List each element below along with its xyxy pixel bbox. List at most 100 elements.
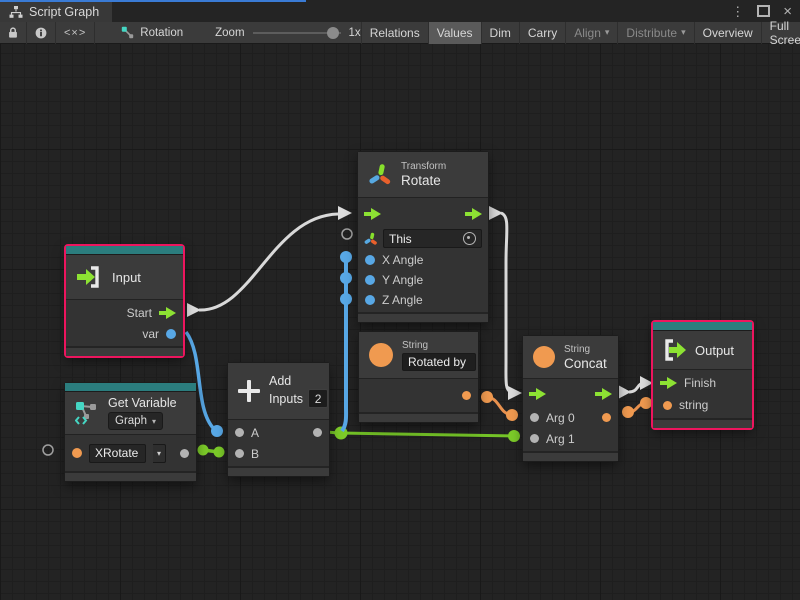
graph-name-label: Rotation [140, 27, 183, 39]
full-screen-button[interactable]: Full Screen [761, 22, 800, 44]
value-out-port[interactable] [166, 329, 176, 339]
close-icon[interactable]: × [783, 4, 792, 19]
node-add-inputs[interactable]: Add Inputs 2 A B [228, 363, 329, 476]
port-label-y-angle: Y Angle [382, 273, 423, 287]
input-unit-icon [76, 266, 103, 288]
value-out-port[interactable] [462, 391, 471, 400]
node-footer [65, 471, 196, 481]
value-in-port[interactable] [72, 448, 82, 458]
chevron-down-icon: ▾ [152, 417, 156, 426]
node-string-concat[interactable]: String Concat Arg 0 Arg 1 [523, 336, 618, 461]
string-value-field[interactable]: Rotated by [402, 353, 476, 371]
dim-label: Dim [490, 26, 511, 40]
output-unit-icon [661, 339, 688, 361]
variable-name-field[interactable]: XRotate [89, 444, 146, 463]
node-title: Get Variable [108, 396, 177, 410]
variable-name-dropdown-button[interactable]: ▾ [153, 444, 166, 463]
flow-out-port[interactable] [465, 208, 482, 220]
node-transform-rotate[interactable]: Transform Rotate This X Angle [358, 152, 488, 322]
align-dropdown[interactable]: Align ▾ [565, 22, 617, 44]
node-get-variable[interactable]: Get Variable Graph ▾ XRotate ▾ [65, 383, 196, 481]
values-button[interactable]: Values [428, 22, 481, 44]
value-in-port[interactable] [530, 434, 539, 443]
object-picker-icon[interactable] [463, 232, 476, 245]
port-label-string: string [679, 398, 708, 412]
port-label-b: B [251, 447, 259, 461]
graph-node-icon [121, 26, 134, 39]
lock-button[interactable] [0, 22, 27, 44]
window-menu-icon[interactable]: ⋮ [731, 5, 744, 18]
node-title: Rotate [401, 173, 446, 188]
code-view-button[interactable]: <×> [56, 22, 95, 44]
carry-label: Carry [528, 26, 557, 40]
port-label-arg1: Arg 1 [546, 432, 575, 446]
port-label-a: A [251, 426, 259, 440]
chevron-down-icon: ▾ [681, 27, 686, 38]
transform-icon [368, 163, 392, 187]
node-string-literal[interactable]: String Rotated by [359, 332, 478, 422]
graph-hierarchy-icon [9, 6, 23, 18]
node-title: Concat [564, 356, 607, 371]
info-button[interactable] [27, 22, 56, 44]
value-out-port[interactable] [602, 413, 611, 422]
distribute-label: Distribute [626, 26, 677, 40]
overview-button[interactable]: Overview [694, 22, 761, 44]
title-tab-bar: Script Graph ⋮ × [0, 0, 800, 23]
flow-in-port[interactable] [660, 377, 677, 389]
transform-icon-small [364, 232, 378, 246]
lock-icon [8, 26, 18, 39]
add-icon [238, 380, 260, 402]
dim-button[interactable]: Dim [481, 22, 519, 44]
distribute-dropdown[interactable]: Distribute ▾ [617, 22, 693, 44]
node-input[interactable]: Input Start var [66, 246, 183, 356]
value-in-port[interactable] [235, 428, 244, 437]
port-label-z-angle: Z Angle [382, 293, 423, 307]
node-title-line1: Add [269, 374, 328, 388]
align-label: Align [574, 26, 601, 40]
port-label-arg0: Arg 0 [546, 411, 575, 425]
flow-in-port[interactable] [364, 208, 381, 220]
tab-script-graph[interactable]: Script Graph [0, 2, 112, 22]
flow-out-port[interactable] [159, 307, 176, 319]
node-title: Output [695, 343, 734, 358]
variable-scope-dropdown[interactable]: Graph ▾ [108, 412, 163, 430]
code-icon: <×> [64, 27, 86, 39]
values-label: Values [437, 26, 473, 40]
node-category: Transform [401, 161, 446, 172]
value-in-port[interactable] [365, 295, 375, 305]
chevron-down-icon: ▾ [157, 449, 161, 458]
value-in-port[interactable] [530, 413, 539, 422]
full-screen-label: Full Screen [770, 19, 800, 47]
this-object-field[interactable]: This [383, 229, 482, 248]
value-out-port[interactable] [180, 449, 189, 458]
string-type-icon [533, 346, 555, 368]
flow-in-port[interactable] [529, 388, 546, 400]
carry-button[interactable]: Carry [519, 22, 565, 44]
value-in-port[interactable] [365, 275, 375, 285]
node-output[interactable]: Output Finish string [653, 322, 752, 428]
input-count-stepper[interactable]: 2 [308, 389, 328, 408]
graph-breadcrumb[interactable]: Rotation [115, 26, 189, 39]
value-in-port[interactable] [663, 401, 672, 410]
node-footer [228, 466, 329, 476]
string-type-icon [369, 343, 393, 367]
node-accent-strip [66, 246, 183, 255]
this-label: This [389, 232, 412, 246]
overview-label: Overview [703, 26, 753, 40]
zoom-slider-knob[interactable] [327, 27, 339, 39]
flow-out-port[interactable] [595, 388, 612, 400]
port-label-start: Start [127, 306, 152, 320]
node-footer [66, 346, 183, 356]
zoom-slider[interactable] [253, 32, 341, 34]
tab-label: Script Graph [29, 5, 99, 19]
info-icon [35, 26, 47, 40]
value-out-port[interactable] [313, 428, 322, 437]
node-accent-strip [653, 322, 752, 331]
node-category: String [402, 340, 476, 351]
value-in-port[interactable] [365, 255, 375, 265]
chevron-down-icon: ▾ [605, 27, 610, 38]
maximize-icon[interactable] [757, 5, 770, 17]
relations-button[interactable]: Relations [361, 22, 428, 44]
port-label-x-angle: X Angle [382, 253, 423, 267]
value-in-port[interactable] [235, 449, 244, 458]
